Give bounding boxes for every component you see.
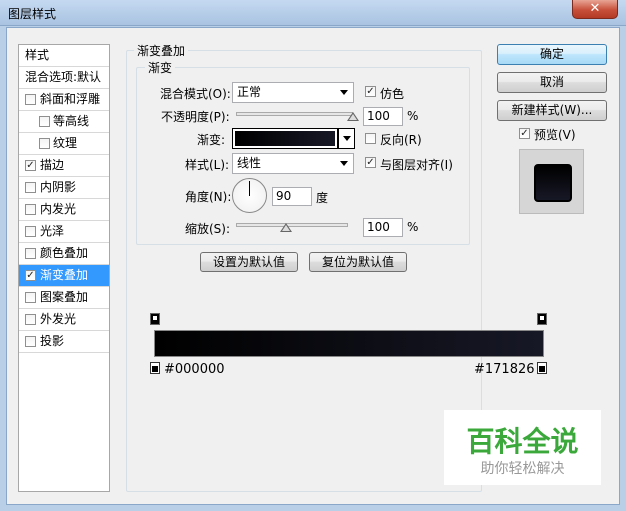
- style-item-checkbox[interactable]: [25, 182, 36, 193]
- style-list-item[interactable]: 图案叠加: [19, 287, 109, 309]
- style-label: 样式(L):: [185, 158, 230, 172]
- style-item-label: 斜面和浮雕: [40, 92, 101, 106]
- subgroup-title: 渐变: [145, 59, 176, 76]
- preview-thumbnail: [519, 149, 584, 214]
- style-list-item[interactable]: ✓ 渐变叠加: [19, 265, 109, 287]
- style-item-checkbox[interactable]: ✓: [25, 160, 36, 171]
- style-item-checkbox[interactable]: [25, 314, 36, 325]
- style-list-item[interactable]: ✓ 描边: [19, 155, 109, 177]
- preview-label: 预览(V): [534, 128, 576, 142]
- style-item-label: 纹理: [53, 136, 78, 150]
- style-item-label: 描边: [40, 158, 65, 172]
- color-stop-left-value: #000000: [164, 362, 225, 377]
- gradient-swatch-fill: [235, 131, 335, 146]
- watermark-title: 百科全说: [466, 425, 579, 458]
- close-button[interactable]: ✕: [572, 0, 618, 19]
- chevron-down-icon: [340, 90, 348, 95]
- blend-mode-label: 混合模式(O):: [160, 87, 231, 101]
- style-item-label: 图案叠加: [40, 290, 89, 304]
- scale-input[interactable]: 100: [363, 218, 403, 237]
- style-item-checkbox[interactable]: [25, 94, 36, 105]
- reset-default-button[interactable]: 复位为默认值: [309, 252, 407, 272]
- blend-mode-value: 正常: [237, 85, 262, 99]
- group-title: 渐变叠加: [134, 42, 189, 59]
- watermark-subtitle: 助你轻松解决: [480, 461, 565, 477]
- style-list-item[interactable]: 纹理: [19, 133, 109, 155]
- style-list-item[interactable]: 光泽: [19, 221, 109, 243]
- style-item-checkbox[interactable]: [39, 116, 50, 127]
- title-bar[interactable]: [0, 0, 626, 26]
- style-item-checkbox[interactable]: ✓: [25, 270, 36, 281]
- style-item-label: 颜色叠加: [40, 246, 89, 260]
- blend-mode-select[interactable]: 正常: [232, 82, 354, 103]
- watermark-logo: 百科全说 助你轻松解决: [444, 410, 601, 485]
- scale-label: 缩放(S):: [185, 222, 231, 236]
- dither-label: 仿色: [380, 87, 405, 101]
- preview-checkbox[interactable]: ✓: [519, 128, 530, 139]
- dither-checkbox[interactable]: ✓: [365, 86, 376, 97]
- style-item-checkbox[interactable]: [39, 138, 50, 149]
- angle-dial-needle: [249, 181, 250, 196]
- new-style-button[interactable]: 新建样式(W)...: [497, 100, 607, 121]
- style-item-checkbox[interactable]: [25, 248, 36, 259]
- style-item-checkbox[interactable]: [25, 292, 36, 303]
- gradient-dropdown-button[interactable]: [338, 128, 355, 149]
- angle-dial[interactable]: [232, 178, 267, 213]
- style-list-header[interactable]: 样式: [19, 45, 109, 67]
- style-item-label: 光泽: [40, 224, 65, 238]
- opacity-stop-right[interactable]: [537, 313, 547, 325]
- angle-unit: 度: [316, 191, 329, 205]
- opacity-slider-thumb[interactable]: [347, 112, 359, 121]
- cancel-button[interactable]: 取消: [497, 72, 607, 93]
- chevron-down-icon: [343, 136, 351, 141]
- style-item-label: 渐变叠加: [40, 268, 89, 282]
- angle-label: 角度(N):: [185, 190, 232, 204]
- gradient-label: 渐变:: [197, 133, 226, 147]
- opacity-stop-left[interactable]: [150, 313, 160, 325]
- opacity-label: 不透明度(P):: [161, 110, 230, 124]
- blend-options-item[interactable]: 混合选项:默认: [19, 67, 109, 89]
- style-list-item[interactable]: 斜面和浮雕: [19, 89, 109, 111]
- gradient-swatch[interactable]: [232, 128, 338, 149]
- style-item-label: 内发光: [40, 202, 77, 216]
- chevron-down-icon: [340, 161, 348, 166]
- style-list-item[interactable]: 内发光: [19, 199, 109, 221]
- color-stop-right[interactable]: [537, 362, 547, 374]
- scale-unit: %: [407, 220, 419, 234]
- opacity-unit: %: [407, 109, 419, 123]
- style-item-label: 外发光: [40, 312, 77, 326]
- style-value: 线性: [237, 156, 262, 170]
- style-item-label: 等高线: [53, 114, 90, 128]
- window-title: 图层样式: [8, 7, 57, 21]
- set-default-button[interactable]: 设置为默认值: [200, 252, 298, 272]
- style-item-checkbox[interactable]: [25, 204, 36, 215]
- style-item-checkbox[interactable]: [25, 226, 36, 237]
- reverse-checkbox[interactable]: [365, 133, 376, 144]
- opacity-slider[interactable]: [236, 112, 353, 116]
- reverse-label: 反向(R): [380, 133, 422, 147]
- style-list-item[interactable]: 投影: [19, 331, 109, 353]
- style-list-item[interactable]: 内阴影: [19, 177, 109, 199]
- style-item-label: 内阴影: [40, 180, 77, 194]
- style-list-item[interactable]: 等高线: [19, 111, 109, 133]
- color-stop-right-value: #171826: [474, 362, 535, 377]
- style-list-item[interactable]: 颜色叠加: [19, 243, 109, 265]
- color-stop-left[interactable]: [150, 362, 160, 374]
- opacity-input[interactable]: 100: [363, 107, 403, 126]
- style-item-checkbox[interactable]: [25, 336, 36, 347]
- scale-slider-thumb[interactable]: [280, 223, 293, 232]
- preview-shape: [534, 164, 572, 202]
- style-item-label: 投影: [40, 334, 65, 348]
- style-list: 样式 混合选项:默认 斜面和浮雕等高线纹理 ✓ 描边内阴影内发光光泽颜色叠加 ✓ 渐变叠…: [18, 44, 110, 492]
- ok-button[interactable]: 确定: [497, 44, 607, 65]
- style-list-item[interactable]: 外发光: [19, 309, 109, 331]
- gradient-preview-bar[interactable]: [154, 330, 544, 357]
- align-with-layer-label: 与图层对齐(I): [380, 158, 453, 172]
- align-with-layer-checkbox[interactable]: ✓: [365, 157, 376, 168]
- style-select[interactable]: 线性: [232, 153, 354, 174]
- angle-input[interactable]: 90: [272, 187, 312, 206]
